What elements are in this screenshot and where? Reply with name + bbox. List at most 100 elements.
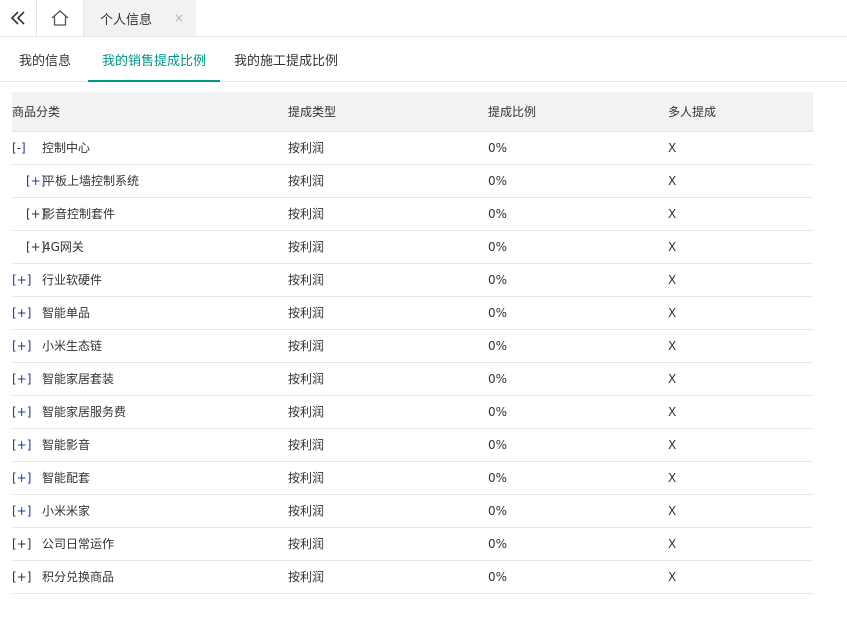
header-multi-person: 多人提成 xyxy=(668,92,813,132)
multi-person: X xyxy=(668,305,677,320)
expand-toggle[interactable]: [+] xyxy=(12,570,42,584)
table-row: [+] 智能单品 按利润 0% X xyxy=(12,296,813,329)
header-commission-ratio: 提成比例 xyxy=(488,92,668,132)
multi-person: X xyxy=(668,437,677,452)
commission-type: 按利润 xyxy=(288,240,325,254)
home-icon xyxy=(51,10,69,26)
category-name: 智能单品 xyxy=(42,306,91,320)
commission-type: 按利润 xyxy=(288,306,325,320)
header-category: 商品分类 xyxy=(12,92,288,132)
tab-construction-commission[interactable]: 我的施工提成比例 xyxy=(224,37,348,81)
multi-person: X xyxy=(668,239,677,254)
category-name: 公司日常运作 xyxy=(42,537,115,551)
table-row: [-] 控制中心 按利润 0% X xyxy=(12,131,813,164)
expand-toggle[interactable]: [+] xyxy=(12,372,42,386)
commission-type: 按利润 xyxy=(288,570,325,584)
expand-toggle[interactable]: [+] xyxy=(12,273,42,287)
table-row: [+] 智能家居服务费 按利润 0% X xyxy=(12,395,813,428)
category-name: 4G网关 xyxy=(43,240,84,254)
commission-ratio: 0% xyxy=(488,536,508,551)
commission-type: 按利润 xyxy=(288,339,325,353)
commission-ratio: 0% xyxy=(488,404,508,419)
table-row: [+] 智能配套 按利润 0% X xyxy=(12,461,813,494)
commission-ratio: 0% xyxy=(488,305,508,320)
tab-my-info[interactable]: 我的信息 xyxy=(6,37,84,81)
expand-toggle[interactable]: [+] xyxy=(12,537,42,551)
commission-type: 按利润 xyxy=(288,405,325,419)
multi-person: X xyxy=(668,140,677,155)
top-tab-bar: 个人信息 × xyxy=(0,0,847,37)
commission-type: 按利润 xyxy=(288,174,325,188)
commission-table: 商品分类 提成类型 提成比例 多人提成 [-] 控制中心 按利润 0% X [+]… xyxy=(12,92,813,594)
multi-person: X xyxy=(668,470,677,485)
multi-person: X xyxy=(668,536,677,551)
commission-type: 按利润 xyxy=(288,372,325,386)
commission-ratio: 0% xyxy=(488,569,508,584)
header-commission-type: 提成类型 xyxy=(288,92,488,132)
tab-sales-commission[interactable]: 我的销售提成比例 xyxy=(88,37,220,82)
commission-ratio: 0% xyxy=(488,239,508,254)
expand-toggle[interactable]: [+] xyxy=(26,207,45,221)
multi-person: X xyxy=(668,338,677,353)
multi-person: X xyxy=(668,206,677,221)
expand-toggle[interactable]: [+] xyxy=(26,240,45,254)
category-name: 小米米家 xyxy=(42,504,91,518)
commission-ratio: 0% xyxy=(488,503,508,518)
table-row: [+]4G网关 按利润 0% X xyxy=(12,230,813,263)
category-name: 智能家居服务费 xyxy=(42,405,127,419)
table-row: [+] 积分兑换商品 按利润 0% X xyxy=(12,560,813,593)
multi-person: X xyxy=(668,371,677,386)
commission-ratio: 0% xyxy=(488,437,508,452)
expand-toggle[interactable]: [+] xyxy=(12,504,42,518)
double-chevron-left-icon xyxy=(10,11,25,25)
category-name: 积分兑换商品 xyxy=(42,570,115,584)
commission-table-container: 商品分类 提成类型 提成比例 多人提成 [-] 控制中心 按利润 0% X [+]… xyxy=(12,92,813,594)
commission-ratio: 0% xyxy=(488,272,508,287)
category-name: 影音控制套件 xyxy=(43,207,116,221)
subtab-bar: 我的信息 我的销售提成比例 我的施工提成比例 xyxy=(0,37,847,82)
table-row: [+]平板上墙控制系统 按利润 0% X xyxy=(12,164,813,197)
expand-toggle[interactable]: [+] xyxy=(12,306,42,320)
table-row: [+]影音控制套件 按利润 0% X xyxy=(12,197,813,230)
commission-ratio: 0% xyxy=(488,206,508,221)
collapse-sidebar-button[interactable] xyxy=(0,0,37,36)
commission-type: 按利润 xyxy=(288,141,325,155)
table-header-row: 商品分类 提成类型 提成比例 多人提成 xyxy=(12,92,813,132)
expand-toggle[interactable]: [+] xyxy=(12,471,42,485)
commission-type: 按利润 xyxy=(288,273,325,287)
commission-ratio: 0% xyxy=(488,470,508,485)
category-name: 平板上墙控制系统 xyxy=(43,174,140,188)
multi-person: X xyxy=(668,173,677,188)
multi-person: X xyxy=(668,569,677,584)
close-icon[interactable]: × xyxy=(174,11,184,25)
expand-toggle[interactable]: [+] xyxy=(26,174,45,188)
category-name: 智能配套 xyxy=(42,471,91,485)
category-name: 智能影音 xyxy=(42,438,91,452)
commission-ratio: 0% xyxy=(488,338,508,353)
commission-type: 按利润 xyxy=(288,504,325,518)
table-row: [+] 小米生态链 按利润 0% X xyxy=(12,329,813,362)
expand-toggle[interactable]: [+] xyxy=(12,405,42,419)
table-row: [+] 公司日常运作 按利润 0% X xyxy=(12,527,813,560)
commission-type: 按利润 xyxy=(288,438,325,452)
commission-type: 按利润 xyxy=(288,207,325,221)
expand-toggle[interactable]: [+] xyxy=(12,438,42,452)
page-tab-label: 个人信息 xyxy=(100,12,153,28)
table-row: [+] 智能影音 按利润 0% X xyxy=(12,428,813,461)
multi-person: X xyxy=(668,503,677,518)
table-row: [+] 行业软硬件 按利润 0% X xyxy=(12,263,813,296)
home-button[interactable] xyxy=(37,0,84,36)
commission-ratio: 0% xyxy=(488,140,508,155)
collapse-toggle[interactable]: [-] xyxy=(12,141,42,155)
expand-toggle[interactable]: [+] xyxy=(12,339,42,353)
category-name: 控制中心 xyxy=(42,141,91,155)
commission-type: 按利润 xyxy=(288,537,325,551)
category-name: 行业软硬件 xyxy=(42,273,103,287)
commission-ratio: 0% xyxy=(488,173,508,188)
category-name: 小米生态链 xyxy=(42,339,103,353)
category-name: 智能家居套装 xyxy=(42,372,115,386)
commission-ratio: 0% xyxy=(488,371,508,386)
page-tab-personal-info[interactable]: 个人信息 × xyxy=(84,0,196,36)
multi-person: X xyxy=(668,272,677,287)
multi-person: X xyxy=(668,404,677,419)
